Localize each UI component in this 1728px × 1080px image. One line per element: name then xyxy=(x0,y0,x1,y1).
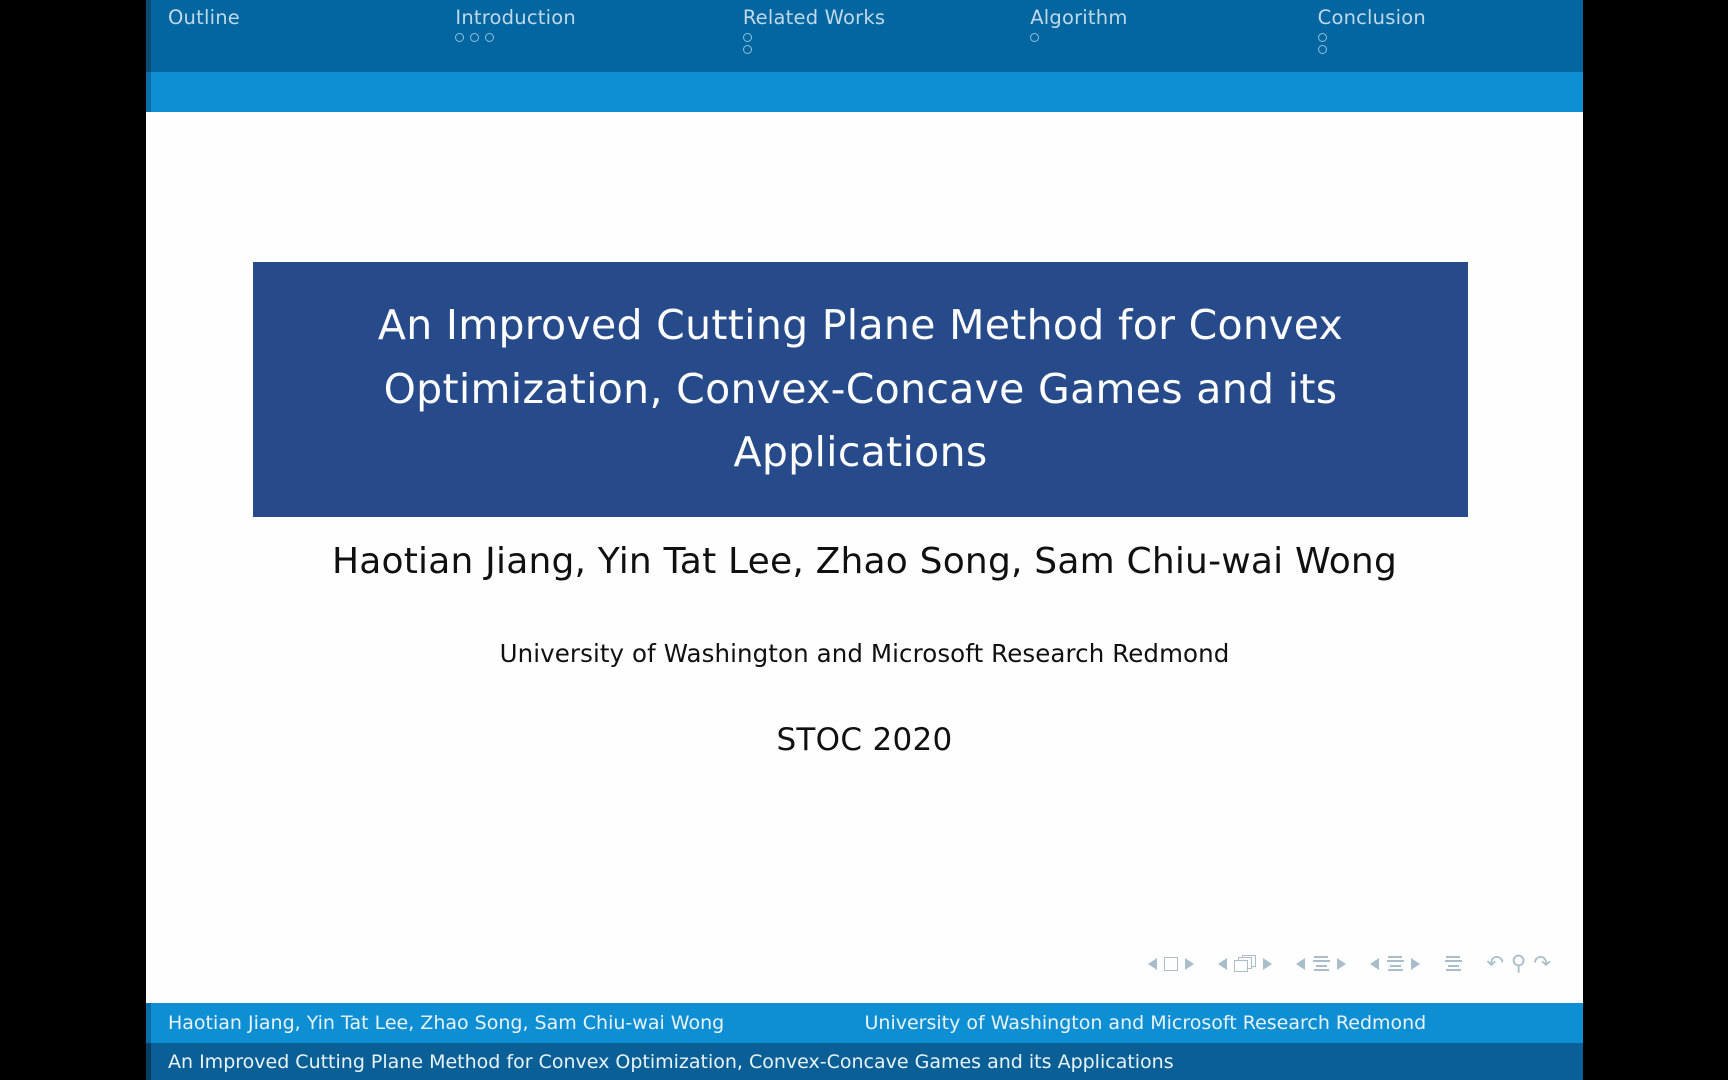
slide-nav-group xyxy=(1218,955,1273,972)
beamer-subsection-bar xyxy=(146,72,1583,112)
venue-text: STOC 2020 xyxy=(776,722,953,759)
title-slide-meta: Haotian Jiang, Yin Tat Lee, Zhao Song, S… xyxy=(146,540,1583,758)
next-subsection-icon[interactable] xyxy=(1337,957,1347,970)
document-nav-group xyxy=(1444,956,1462,971)
beamer-navigation-bar: Outline Introduction Related Works Algor… xyxy=(146,0,1583,72)
nav-dots-row xyxy=(455,33,495,43)
footer-author-text: Haotian Jiang, Yin Tat Lee, Zhao Song, S… xyxy=(168,1012,725,1034)
subbar-left-edge xyxy=(146,72,151,112)
presentation-slide: Outline Introduction Related Works Algor… xyxy=(146,0,1583,1080)
footer-top-left-edge xyxy=(146,1003,151,1043)
nav-section-dots xyxy=(1317,33,1327,55)
footer-bottom-left-edge xyxy=(146,1043,151,1080)
nav-slide-dot-icon[interactable] xyxy=(1030,33,1040,43)
slide-title-block: An Improved Cutting Plane Method for Con… xyxy=(253,262,1468,517)
subsection-nav-group xyxy=(1296,956,1347,971)
nav-section-label: Introduction xyxy=(455,6,576,29)
letterbox-right xyxy=(1583,0,1728,1080)
search-icon[interactable]: ⚲ xyxy=(1511,953,1526,974)
footer-title-bar: An Improved Cutting Plane Method for Con… xyxy=(146,1043,1583,1080)
nav-dots-row xyxy=(1030,33,1040,43)
next-section-icon[interactable] xyxy=(1411,957,1421,970)
slides-icon[interactable] xyxy=(1234,955,1257,972)
frame-nav-group xyxy=(1148,956,1195,971)
prev-slide-icon[interactable] xyxy=(1218,957,1228,970)
author-list: Haotian Jiang, Yin Tat Lee, Zhao Song, S… xyxy=(331,541,1397,582)
nav-section-dots xyxy=(455,33,495,43)
history-nav-group: ↶ ⚲ ↷ xyxy=(1486,953,1551,974)
document-icon[interactable] xyxy=(1444,956,1462,971)
nav-slide-dot-icon[interactable] xyxy=(742,45,752,55)
footer-title-text: An Improved Cutting Plane Method for Con… xyxy=(168,1050,1174,1073)
nav-section-label: Conclusion xyxy=(1317,6,1426,29)
navbar-left-edge xyxy=(146,0,151,72)
footer-affiliation-text: University of Washington and Microsoft R… xyxy=(864,1012,1427,1034)
nav-section-dots xyxy=(742,33,752,55)
nav-section-dots xyxy=(1030,33,1040,43)
nav-slide-dot-icon[interactable] xyxy=(485,33,495,43)
back-icon[interactable]: ↶ xyxy=(1486,953,1504,974)
next-slide-icon[interactable] xyxy=(1263,957,1273,970)
nav-slide-dot-icon[interactable] xyxy=(1317,45,1327,55)
next-frame-icon[interactable] xyxy=(1185,957,1195,970)
prev-subsection-icon[interactable] xyxy=(1296,957,1306,970)
nav-slide-dot-icon[interactable] xyxy=(742,33,752,43)
nav-section-conclusion[interactable]: Conclusion xyxy=(1296,0,1583,55)
prev-frame-icon[interactable] xyxy=(1148,957,1158,970)
forward-icon[interactable]: ↷ xyxy=(1533,953,1551,974)
nav-section-label: Outline xyxy=(168,6,240,29)
nav-section-related-works[interactable]: Related Works xyxy=(721,0,1008,55)
nav-section-algorithm[interactable]: Algorithm xyxy=(1008,0,1295,43)
video-player-frame: Outline Introduction Related Works Algor… xyxy=(0,0,1728,1080)
page-title: An Improved Cutting Plane Method for Con… xyxy=(377,301,1344,477)
nav-section-label: Algorithm xyxy=(1030,6,1128,29)
nav-section-introduction[interactable]: Introduction xyxy=(433,0,720,43)
nav-dots-row xyxy=(742,33,752,43)
nav-section-outline[interactable]: Outline xyxy=(146,0,433,33)
nav-slide-dot-icon[interactable] xyxy=(470,33,480,43)
letterbox-left xyxy=(0,0,146,1080)
beamer-navigation-symbols: ↶ ⚲ ↷ xyxy=(1148,953,1551,974)
section-icon[interactable] xyxy=(1386,956,1404,971)
nav-section-label: Related Works xyxy=(742,6,886,29)
frame-icon[interactable] xyxy=(1164,956,1179,971)
affiliation-text: University of Washington and Microsoft R… xyxy=(499,639,1230,669)
nav-slide-dot-icon[interactable] xyxy=(1317,33,1327,43)
nav-dots-row xyxy=(742,45,752,55)
nav-dots-row xyxy=(1317,33,1327,43)
subsection-icon[interactable] xyxy=(1312,956,1330,971)
footer-author-bar: Haotian Jiang, Yin Tat Lee, Zhao Song, S… xyxy=(146,1003,1583,1043)
prev-section-icon[interactable] xyxy=(1370,957,1380,970)
section-nav-group xyxy=(1370,956,1421,971)
nav-dots-row xyxy=(1317,45,1327,55)
nav-slide-dot-icon[interactable] xyxy=(455,33,465,43)
